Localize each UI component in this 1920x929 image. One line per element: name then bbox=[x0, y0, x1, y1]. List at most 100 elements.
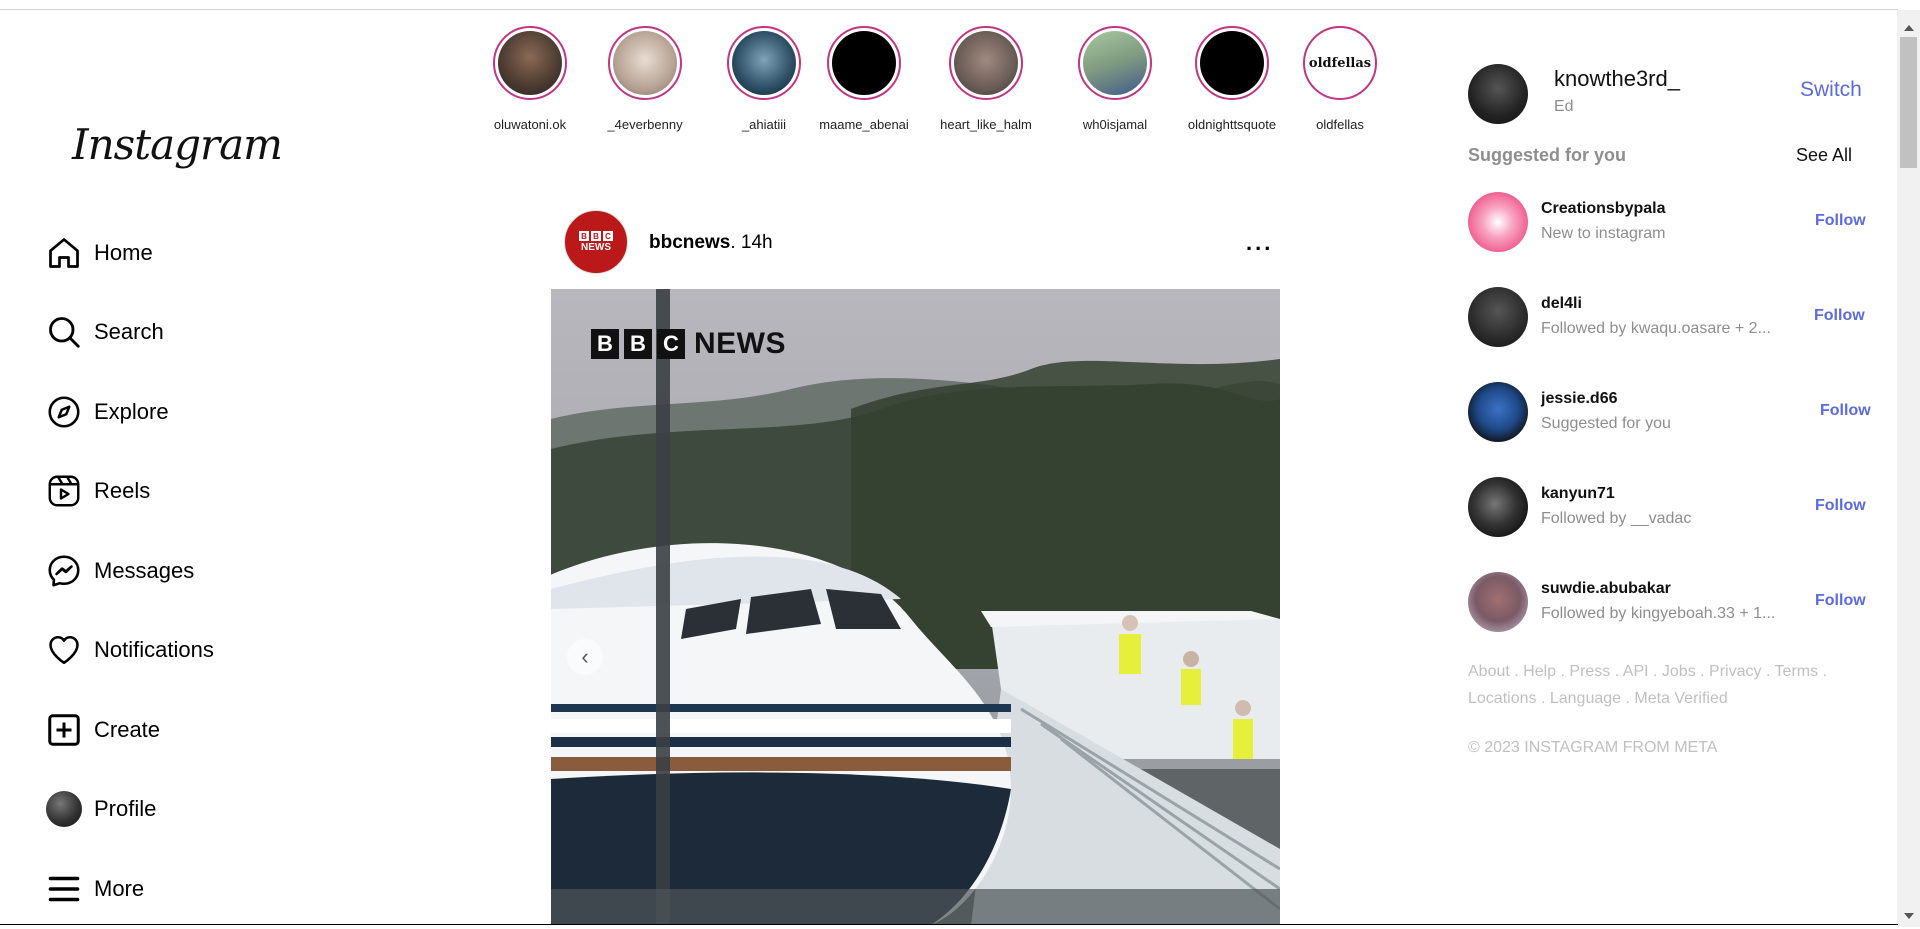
oldfellas-logo: oldfellas bbox=[1308, 31, 1372, 95]
follow-button[interactable]: Follow bbox=[1815, 592, 1866, 610]
story-item[interactable]: maame_abenai bbox=[804, 26, 924, 132]
story-ring: oldfellas bbox=[1303, 26, 1377, 100]
suggestion-username[interactable]: suwdie.abubakar bbox=[1541, 580, 1671, 598]
story-username: oldnighttsquote bbox=[1172, 117, 1292, 132]
suggestion-username[interactable]: del4li bbox=[1541, 295, 1582, 313]
avatar[interactable] bbox=[1468, 64, 1528, 124]
list-item: Creationsbypala New to instagram Follow bbox=[1468, 192, 1878, 287]
reels-icon bbox=[44, 471, 84, 511]
avatar[interactable] bbox=[1468, 287, 1528, 347]
footer-link[interactable]: Language bbox=[1550, 690, 1621, 707]
suggestion-username[interactable]: kanyun71 bbox=[1541, 485, 1615, 503]
footer-link[interactable]: Privacy bbox=[1709, 663, 1761, 680]
suggested-title: Suggested for you bbox=[1468, 145, 1626, 166]
bottom-divider bbox=[0, 924, 1898, 925]
avatar[interactable] bbox=[1468, 192, 1528, 252]
story-ring bbox=[493, 26, 567, 100]
sidebar-item-label: Messages bbox=[94, 558, 194, 584]
post-avatar[interactable]: BBC NEWS bbox=[564, 210, 628, 274]
footer-link[interactable]: Meta Verified bbox=[1634, 690, 1727, 707]
bbc-news-logo: B B C NEWS bbox=[591, 327, 786, 361]
post-author[interactable]: bbcnews. 14h bbox=[649, 232, 773, 254]
story-item[interactable]: oldfellas oldfellas bbox=[1280, 26, 1400, 132]
story-item[interactable]: wh0isjamal bbox=[1055, 26, 1175, 132]
suggestion-username[interactable]: Creationsbypala bbox=[1541, 200, 1665, 218]
suggestion-subtitle: New to instagram bbox=[1541, 225, 1666, 243]
current-username[interactable]: knowthe3rd_ bbox=[1554, 66, 1680, 92]
sidebar-item-more[interactable]: More bbox=[44, 849, 214, 929]
list-item: jessie.d66 Suggested for you Follow bbox=[1468, 382, 1878, 477]
sidebar-item-label: Search bbox=[94, 319, 164, 345]
footer-link[interactable]: Help bbox=[1523, 663, 1556, 680]
follow-button[interactable]: Follow bbox=[1820, 402, 1871, 420]
stories-bar: oluwatoni.ok _4everbenny _ahiatiii maame… bbox=[470, 26, 1410, 146]
footer-link[interactable]: Locations bbox=[1468, 690, 1537, 707]
follow-button[interactable]: Follow bbox=[1815, 497, 1866, 515]
story-username: _4everbenny bbox=[585, 117, 705, 132]
suggestion-subtitle: Followed by kwaqu.oasare + 2... bbox=[1541, 320, 1771, 338]
follow-button[interactable]: Follow bbox=[1815, 212, 1866, 230]
chevron-left-icon[interactable]: ‹ bbox=[567, 639, 603, 675]
compass-icon bbox=[44, 392, 84, 432]
scroll-up-icon[interactable] bbox=[1904, 25, 1914, 31]
scrollbar[interactable] bbox=[1897, 10, 1920, 927]
sidebar-item-reels[interactable]: Reels bbox=[44, 452, 214, 532]
sidebar-item-label: Home bbox=[94, 240, 153, 266]
heart-icon bbox=[44, 630, 84, 670]
story-item[interactable]: heart_like_halm bbox=[926, 26, 1046, 132]
scroll-down-icon[interactable] bbox=[1904, 913, 1914, 919]
sidebar-item-messages[interactable]: Messages bbox=[44, 531, 214, 611]
story-ring bbox=[727, 26, 801, 100]
scrollbar-thumb[interactable] bbox=[1900, 37, 1917, 168]
suggestion-subtitle: Followed by kingyeboah.33 + 1... bbox=[1541, 605, 1775, 623]
plus-square-icon bbox=[44, 710, 84, 750]
top-divider bbox=[0, 9, 1898, 10]
suggestion-subtitle: Followed by __vadac bbox=[1541, 510, 1691, 528]
home-icon bbox=[44, 233, 84, 273]
footer-link[interactable]: Jobs bbox=[1662, 663, 1696, 680]
story-item[interactable]: oluwatoni.ok bbox=[470, 26, 590, 132]
sidebar-item-explore[interactable]: Explore bbox=[44, 372, 214, 452]
sidebar-item-home[interactable]: Home bbox=[44, 213, 214, 293]
list-item: kanyun71 Followed by __vadac Follow bbox=[1468, 477, 1878, 572]
post-time: 14h bbox=[741, 232, 773, 253]
story-item[interactable]: _4everbenny bbox=[585, 26, 705, 132]
avatar[interactable] bbox=[1468, 477, 1528, 537]
story-username: maame_abenai bbox=[804, 117, 924, 132]
sidebar-item-label: Explore bbox=[94, 399, 169, 425]
footer-link[interactable]: Press bbox=[1569, 663, 1610, 680]
sidebar-item-label: Profile bbox=[94, 796, 156, 822]
copyright: © 2023 INSTAGRAM FROM META bbox=[1468, 739, 1717, 757]
sidebar-item-search[interactable]: Search bbox=[44, 293, 214, 373]
story-ring bbox=[949, 26, 1023, 100]
footer-link[interactable]: API bbox=[1623, 663, 1649, 680]
story-username: oldfellas bbox=[1280, 117, 1400, 132]
post-image[interactable]: B B C NEWS ‹ bbox=[551, 289, 1280, 925]
instagram-logo[interactable]: Instagram bbox=[72, 120, 282, 169]
sidebar-item-label: Notifications bbox=[94, 637, 214, 663]
avatar[interactable] bbox=[1468, 572, 1528, 632]
sidebar-nav: Home Search Explore Reels Messages Notif… bbox=[44, 213, 214, 929]
more-options-button[interactable]: ... bbox=[1246, 230, 1273, 256]
avatar[interactable] bbox=[1468, 382, 1528, 442]
sidebar-item-profile[interactable]: Profile bbox=[44, 770, 214, 850]
sidebar-item-notifications[interactable]: Notifications bbox=[44, 611, 214, 691]
suggestion-subtitle: Suggested for you bbox=[1541, 415, 1671, 433]
post-username[interactable]: bbcnews bbox=[649, 232, 730, 253]
sidebar-item-create[interactable]: Create bbox=[44, 690, 214, 770]
switch-account-button[interactable]: Switch bbox=[1800, 78, 1862, 102]
current-name: Ed bbox=[1554, 98, 1574, 116]
story-ring bbox=[1195, 26, 1269, 100]
suggestion-username[interactable]: jessie.d66 bbox=[1541, 390, 1618, 408]
avatar bbox=[44, 789, 84, 829]
footer-link[interactable]: Terms bbox=[1775, 663, 1819, 680]
see-all-button[interactable]: See All bbox=[1796, 145, 1852, 166]
follow-button[interactable]: Follow bbox=[1814, 307, 1865, 325]
story-ring bbox=[1078, 26, 1152, 100]
story-item[interactable]: oldnighttsquote bbox=[1172, 26, 1292, 132]
footer-link[interactable]: About bbox=[1468, 663, 1510, 680]
story-username: heart_like_halm bbox=[926, 117, 1046, 132]
bbc-logo-mini: BBC bbox=[579, 231, 613, 241]
list-item: suwdie.abubakar Followed by kingyeboah.3… bbox=[1468, 572, 1878, 667]
suggestions-list: Creationsbypala New to instagram Follow … bbox=[1468, 192, 1878, 667]
